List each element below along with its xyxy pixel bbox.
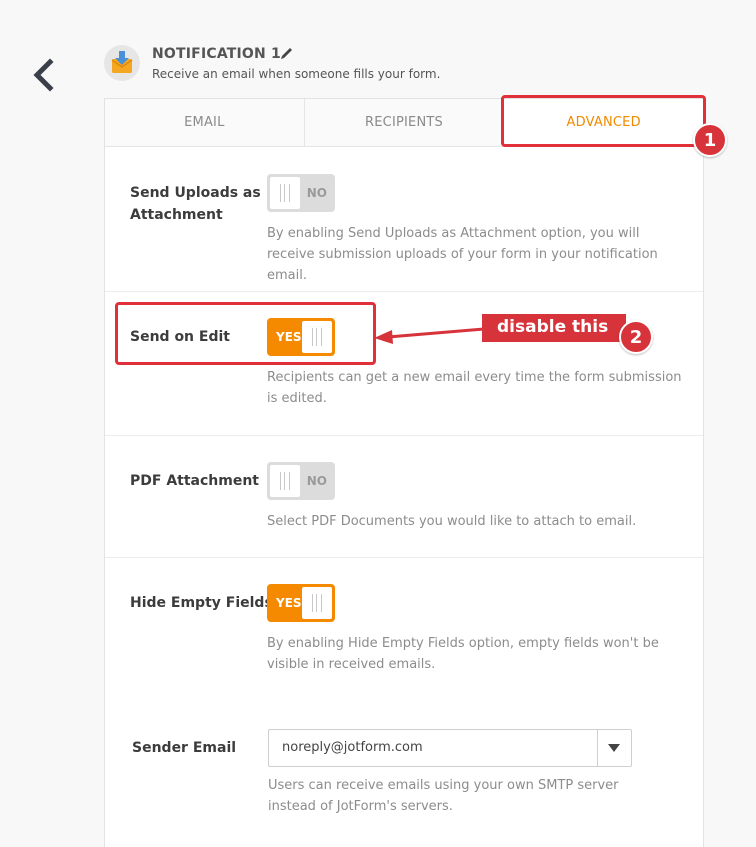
toggle-state: YES: [276, 596, 302, 610]
dropdown-arrow-icon: [608, 744, 620, 752]
toggle-knob: [302, 587, 332, 619]
tab-email[interactable]: EMAIL: [105, 99, 305, 146]
grip-icon: [312, 328, 322, 346]
annotation-arrow-icon: [374, 327, 485, 344]
pdf-attachment-label: PDF Attachment: [130, 473, 259, 489]
tab-bar: EMAIL RECIPIENTS ADVANCED: [105, 99, 704, 147]
send-on-edit-label: Send on Edit: [130, 329, 230, 345]
back-chevron-icon[interactable]: [30, 58, 56, 92]
tab-advanced[interactable]: ADVANCED: [504, 99, 704, 146]
pdf-attachment-description: Select PDF Documents you would like to a…: [267, 514, 637, 529]
toggle-state: NO: [306, 474, 327, 488]
send-uploads-toggle[interactable]: NO: [267, 174, 335, 212]
select-divider: [597, 730, 598, 766]
grip-icon: [312, 594, 322, 612]
send-on-edit-description: Recipients can get a new email every tim…: [267, 370, 682, 406]
pdf-attachment-toggle[interactable]: NO: [267, 462, 335, 500]
notification-title: NOTIFICATION 1: [152, 46, 281, 62]
email-notification-icon: [104, 45, 140, 81]
hide-empty-fields-label: Hide Empty Fields: [130, 595, 273, 611]
row-divider: [105, 435, 703, 436]
disable-this-callout: disable this: [482, 314, 626, 342]
send-uploads-description: By enabling Send Uploads as Attachment o…: [267, 226, 658, 283]
toggle-knob: [270, 177, 300, 209]
hide-empty-fields-toggle[interactable]: YES: [267, 584, 335, 622]
sender-email-description: Users can receive emails using your own …: [268, 778, 619, 814]
row-divider: [105, 557, 703, 558]
tab-recipients[interactable]: RECIPIENTS: [305, 99, 505, 146]
settings-panel: EMAIL RECIPIENTS ADVANCED Send Uploads a…: [104, 98, 704, 847]
sender-email-value: noreply@jotform.com: [282, 740, 423, 755]
grip-icon: [280, 184, 290, 202]
toggle-knob: [302, 321, 332, 353]
toggle-state: NO: [306, 186, 327, 200]
send-on-edit-toggle[interactable]: YES: [267, 318, 335, 356]
step-badge-1: 1: [693, 123, 727, 157]
edit-pencil-icon[interactable]: [279, 45, 295, 61]
sender-email-label: Sender Email: [132, 740, 237, 756]
notification-subtitle: Receive an email when someone fills your…: [152, 67, 441, 81]
step-badge-2: 2: [619, 320, 653, 354]
hide-empty-fields-description: By enabling Hide Empty Fields option, em…: [267, 636, 659, 672]
toggle-knob: [270, 465, 300, 497]
grip-icon: [280, 472, 290, 490]
toggle-state: YES: [276, 330, 302, 344]
send-uploads-label: Send Uploads as Attachment: [130, 185, 261, 223]
row-divider: [105, 291, 703, 292]
sender-email-select[interactable]: noreply@jotform.com: [268, 729, 632, 767]
